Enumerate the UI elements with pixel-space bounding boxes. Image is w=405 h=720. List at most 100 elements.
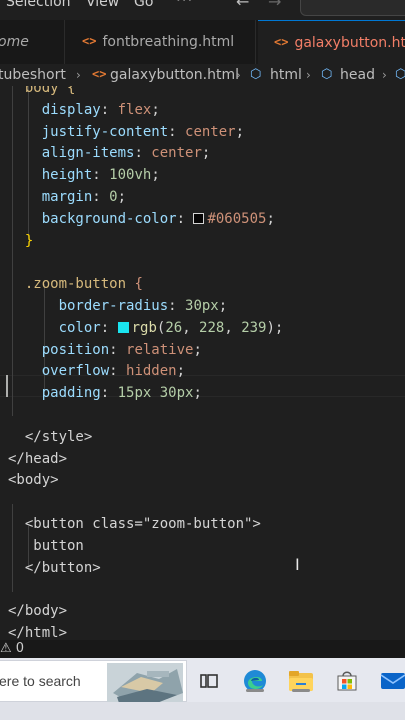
code-token: hidden [126,363,177,380]
code-line: padding: 15px 30px; [0,382,405,404]
code-line: border-radius: 30px; [0,295,405,317]
mouse-ibeam-cursor: I [295,555,300,574]
code-token: margin [41,189,93,205]
code-line: display: flex; [0,99,405,121]
code-token: <button class="zoom-button"> [24,516,261,532]
code-line: </head> [0,448,405,470]
file-explorer-icon[interactable] [286,666,316,696]
color-swatch[interactable] [193,212,205,224]
menu-view[interactable]: View [86,0,119,10]
code-token: relative [126,341,194,358]
chevron-right-icon: › [382,68,387,82]
code-token: 0 [109,189,118,205]
tab-galaxybutton[interactable]: <> galaxybutton.htm [258,20,405,64]
code-token: border-radius [58,298,169,314]
code-token: ); [266,319,284,336]
code-token: : [100,319,118,336]
tab-label: ome [0,34,29,50]
code-token: ; [235,123,245,140]
status-bar: ⚠ 0 [0,640,405,658]
code-token: } [24,232,34,249]
code-token: : [109,341,127,358]
code-token: center [185,123,236,140]
code-token: ; [266,210,275,227]
code-token: flex [117,101,152,118]
edge-browser-icon[interactable] [240,666,270,696]
code-line: background-color: #060505; [0,208,405,230]
tab-home[interactable]: ome [0,20,65,64]
code-line: .zoom-button { [0,273,405,295]
element-cube-icon: ⬡ [395,67,405,82]
breadcrumb-head[interactable]: head [340,64,375,86]
code-token: ; [151,167,160,184]
tab-label: fontbreathing.html [102,34,235,50]
code-line: margin: 0; [0,186,405,208]
code-token: align-items [41,145,135,162]
running-indicator [292,689,310,692]
code-token: </button> [24,559,101,576]
code-token: justify-content [41,123,169,140]
menu-selection[interactable]: Selection [6,0,71,10]
code-line: </html> [0,622,405,640]
back-arrow-icon[interactable]: ← [236,0,249,11]
chevron-right-icon: › [236,68,241,82]
breadcrumb-file[interactable]: galaxybutton.html [110,64,239,86]
taskbar-search-box[interactable]: ere to search [0,660,187,703]
code-token: ; [193,341,202,358]
code-token: ; [151,101,160,118]
code-token: </style> [24,428,93,445]
code-token: ; [201,145,211,162]
code-editor[interactable]: body { display: flex; justify-content: cen… [0,86,405,640]
code-token: overflow [41,363,110,380]
problems-status[interactable]: ⚠ 0 [0,640,24,658]
forward-arrow-icon[interactable]: → [268,0,281,11]
code-token: : [168,298,186,314]
html-file-icon: <> [82,34,97,48]
code-token: color [58,319,101,336]
command-center-search[interactable] [300,0,405,16]
code-line: body { [0,86,405,99]
code-token: ; [117,189,127,205]
code-token: { [134,276,143,293]
code-token: , [182,319,200,336]
search-highlight-image [107,663,183,703]
code-line: position: relative; [0,339,405,361]
code-line: overflow: hidden; [0,360,405,382]
code-token: : [134,145,152,162]
html-file-icon: <> [92,67,107,81]
color-swatch[interactable] [117,321,129,333]
more-menu-icon[interactable]: ··· [176,0,193,9]
code-token: #060505 [207,210,267,227]
html-file-icon: <> [274,35,289,49]
running-indicator [246,689,264,692]
tab-label: galaxybutton.htm [294,35,405,51]
code-token: : [92,189,110,205]
task-view-icon[interactable] [194,666,224,696]
code-token: display [41,101,101,118]
code-token: 228 [199,319,225,336]
microsoft-store-icon[interactable] [332,666,362,696]
code-line: align-items: center; [0,142,405,164]
menu-go[interactable]: Go [134,0,153,10]
taskbar-lower-strip [0,702,405,720]
code-token: : [100,101,118,118]
code-token: position [41,341,110,358]
code-token: : [109,363,127,380]
code-token: 30px [185,298,219,314]
chevron-right-icon: › [76,68,81,82]
breadcrumb-html[interactable]: html [270,64,302,86]
code-token: : [176,210,194,227]
tab-fontbreathing[interactable]: <> fontbreathing.html [66,20,256,64]
code-token: background-color [41,210,177,227]
element-cube-icon: ⬡ [321,67,333,82]
code-token: body { [24,86,76,96]
mail-icon[interactable] [378,666,405,696]
code-token: rgb [131,319,157,336]
breadcrumb-folder[interactable]: tubeshort [0,64,66,86]
code-token: <body> [8,472,59,489]
code-token: .zoom-button [24,276,135,293]
editor-tab-bar: ome <> fontbreathing.html <> galaxybutton.… [0,20,405,64]
code-token: </body> [8,603,68,620]
